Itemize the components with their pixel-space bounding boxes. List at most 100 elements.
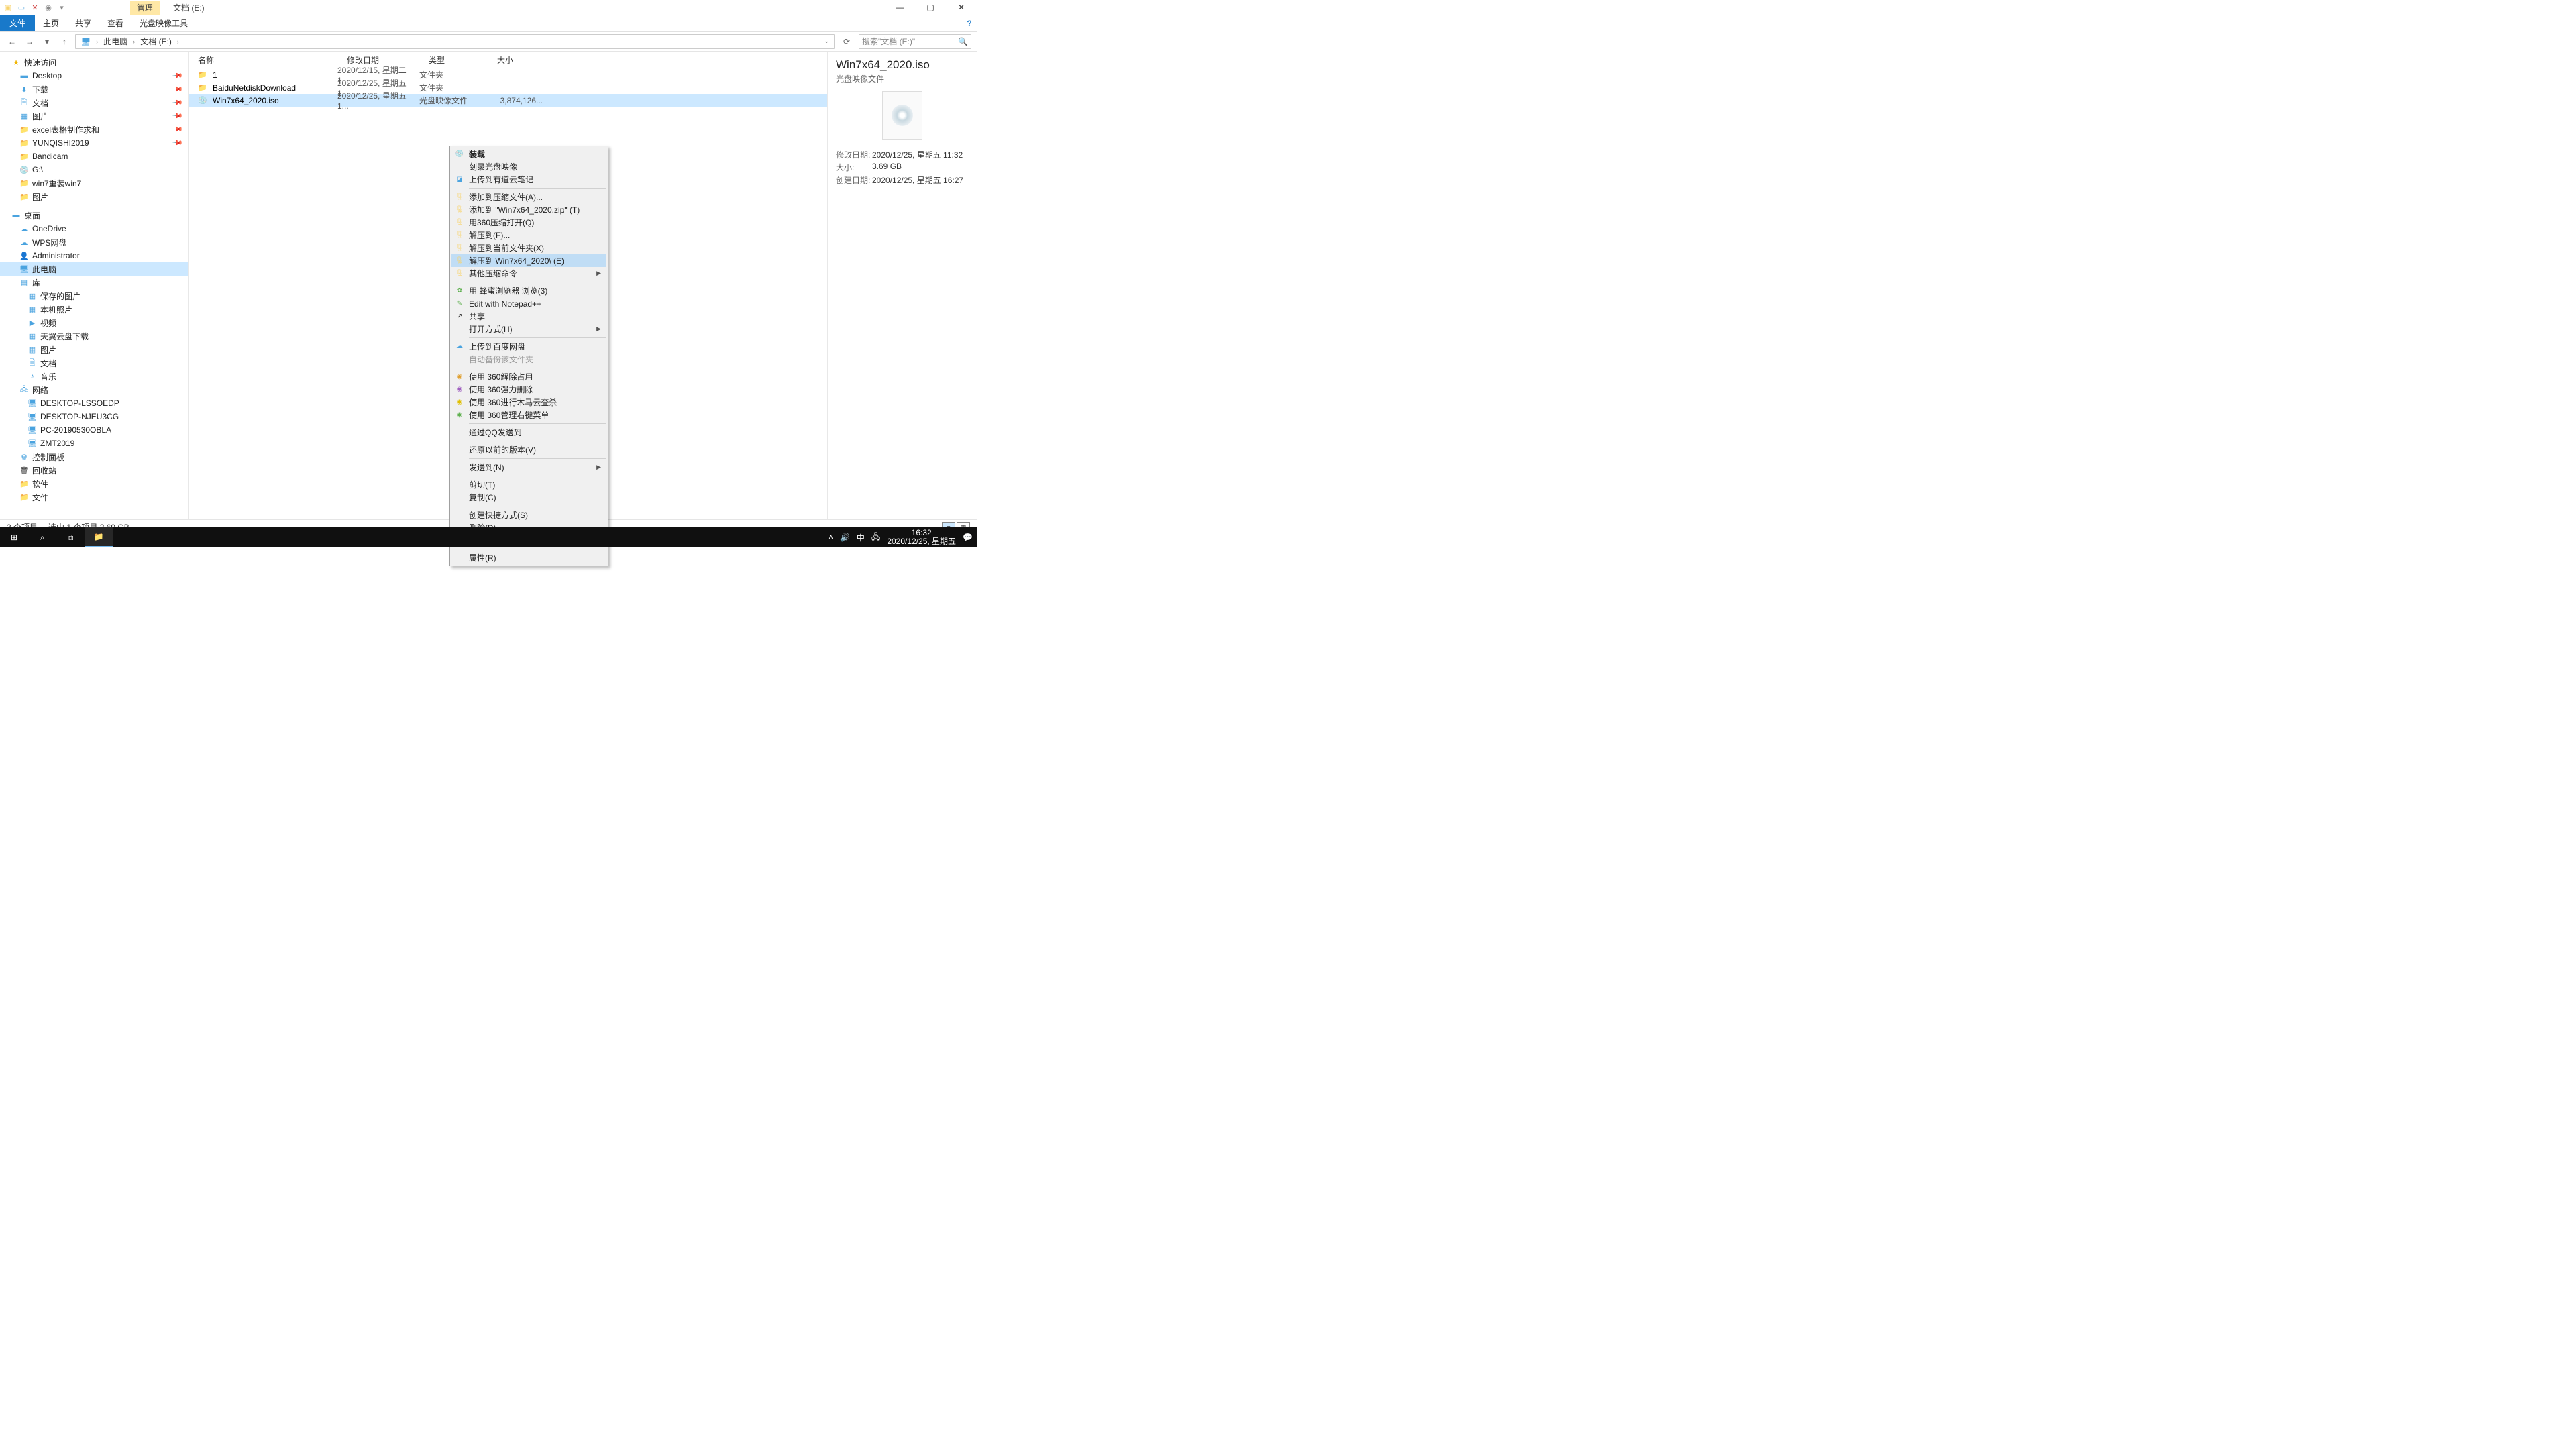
nav-recent[interactable]: ▾	[40, 35, 54, 48]
nav-d2[interactable]: DESKTOP-NJEU3CG	[40, 412, 119, 421]
refresh-button[interactable]: ⟳	[839, 35, 855, 48]
ribbon-file[interactable]: 文件	[0, 15, 35, 31]
taskview-button[interactable]: ⧉	[56, 527, 85, 547]
col-type[interactable]: 类型	[419, 54, 488, 66]
ctx-360-del[interactable]: ◉使用 360强力删除	[451, 383, 606, 396]
ime-indicator[interactable]: 中	[857, 532, 865, 543]
nav-desktop[interactable]: Desktop	[32, 71, 62, 80]
qat-pin-icon[interactable]: ▭	[16, 2, 27, 13]
file-row[interactable]: 📁 1 2020/12/15, 星期二 1... 文件夹	[189, 68, 827, 81]
explorer-taskbar-icon[interactable]: 📁	[85, 527, 113, 547]
ctx-addzip[interactable]: 🗜添加到压缩文件(A)...	[451, 191, 606, 203]
nav-pics[interactable]: 图片	[32, 111, 48, 122]
ctx-extractto[interactable]: 🗜解压到(F)...	[451, 229, 606, 241]
col-date[interactable]: 修改日期	[337, 54, 419, 66]
nav-admin[interactable]: Administrator	[32, 251, 80, 260]
ctx-copy[interactable]: 复制(C)	[451, 491, 606, 504]
col-name[interactable]: 名称	[189, 54, 337, 66]
nav-pics2[interactable]: 图片	[32, 191, 48, 203]
ctx-360-unlock[interactable]: ◉使用 360解除占用	[451, 370, 606, 383]
nav-up[interactable]: ↑	[58, 35, 71, 48]
nav-recycle[interactable]: 回收站	[32, 465, 56, 476]
column-headers[interactable]: 名称 修改日期 类型 大小	[189, 52, 827, 68]
ctx-bee[interactable]: ✿用 蜂蜜浏览器 浏览(3)	[451, 284, 606, 297]
nav-wps[interactable]: WPS网盘	[32, 237, 66, 248]
ctx-360-scan[interactable]: ◉使用 360进行木马云查杀	[451, 396, 606, 409]
volume-icon[interactable]: 🔊	[840, 533, 850, 542]
search-input[interactable]: 搜索"文档 (E:)" 🔍	[859, 34, 971, 49]
ribbon-home[interactable]: 主页	[35, 15, 67, 31]
file-list-pane[interactable]: 名称 修改日期 类型 大小 📁 1 2020/12/15, 星期二 1... 文…	[189, 52, 827, 519]
ctx-cut[interactable]: 剪切(T)	[451, 478, 606, 491]
nav-back[interactable]: ←	[5, 35, 19, 48]
nav-quick[interactable]: 快速访问	[24, 57, 56, 68]
nav-soft[interactable]: 软件	[32, 478, 48, 490]
crumb-dropdown-icon[interactable]: ⌄	[822, 38, 831, 45]
nav-g[interactable]: G:\	[32, 165, 43, 174]
ctx-extractname[interactable]: 🗜解压到 Win7x64_2020\ (E)	[451, 254, 606, 267]
nav-thispc[interactable]: 此电脑	[32, 264, 56, 275]
nav-docs[interactable]: 文档	[32, 97, 48, 109]
crumb-loc[interactable]: 文档 (E:)	[138, 36, 174, 47]
breadcrumb[interactable]: 🖥› 此电脑› 文档 (E:)› ⌄	[75, 34, 835, 49]
nav-forward[interactable]: →	[23, 35, 36, 48]
help-icon[interactable]: ?	[962, 15, 977, 31]
nav-lib[interactable]: 库	[32, 277, 40, 288]
ctx-npp[interactable]: ✎Edit with Notepad++	[451, 297, 606, 310]
nav-files[interactable]: 文件	[32, 492, 48, 503]
file-row[interactable]: 📁 BaiduNetdiskDownload 2020/12/25, 星期五 1…	[189, 81, 827, 94]
ribbon-view[interactable]: 查看	[99, 15, 131, 31]
ctx-shortcut[interactable]: 创建快捷方式(S)	[451, 508, 606, 521]
nav-bandicam[interactable]: Bandicam	[32, 152, 68, 161]
ctx-open360[interactable]: 🗜用360压缩打开(Q)	[451, 216, 606, 229]
ribbon-share[interactable]: 共享	[67, 15, 99, 31]
qat-dropdown-icon[interactable]: ▾	[56, 2, 67, 13]
nav-win7re[interactable]: win7重装win7	[32, 178, 81, 189]
taskbar-clock[interactable]: 16:322020/12/25, 星期五	[887, 529, 956, 546]
action-center-icon[interactable]: 💬	[963, 533, 973, 542]
maximize-button[interactable]: ▢	[915, 0, 946, 15]
ctx-restore[interactable]: 还原以前的版本(V)	[451, 443, 606, 456]
close-button[interactable]: ✕	[946, 0, 977, 15]
ctx-qq[interactable]: 通过QQ发送到	[451, 426, 606, 439]
system-tray[interactable]: ˄ 🔊 中 🖧 16:322020/12/25, 星期五 💬	[828, 529, 977, 546]
ctx-props[interactable]: 属性(R)	[451, 551, 606, 564]
nav-d4[interactable]: ZMT2019	[40, 439, 74, 448]
nav-net[interactable]: 网络	[32, 384, 48, 396]
nav-onedrive[interactable]: OneDrive	[32, 224, 66, 233]
ctx-addzipname[interactable]: 🗜添加到 "Win7x64_2020.zip" (T)	[451, 203, 606, 216]
ctx-youdao[interactable]: ◪上传到有道云笔记	[451, 173, 606, 186]
ctx-extractcur[interactable]: 🗜解压到当前文件夹(X)	[451, 241, 606, 254]
minimize-button[interactable]: —	[884, 0, 915, 15]
tray-chevron-icon[interactable]: ˄	[828, 533, 833, 542]
nav-excel[interactable]: excel表格制作求和	[32, 124, 99, 136]
file-row-selected[interactable]: 💿 Win7x64_2020.iso 2020/12/25, 星期五 1... …	[189, 94, 827, 107]
nav-video[interactable]: 视频	[40, 317, 56, 329]
col-size[interactable]: 大小	[488, 54, 548, 66]
ctx-openwith[interactable]: 打开方式(H)▶	[451, 323, 606, 335]
nav-desk-cn[interactable]: 桌面	[24, 210, 40, 221]
nav-tywp[interactable]: 天翼云盘下载	[40, 331, 89, 342]
nav-d1[interactable]: DESKTOP-LSSOEDP	[40, 398, 119, 408]
ctx-baidu[interactable]: ☁上传到百度网盘	[451, 340, 606, 353]
start-button[interactable]: ⊞	[0, 527, 28, 547]
ribbon-disc-tools[interactable]: 光盘映像工具	[131, 15, 196, 31]
ctx-burn[interactable]: 刻录光盘映像	[451, 160, 606, 173]
ctx-mount[interactable]: 💿装载	[451, 148, 606, 160]
nav-cp[interactable]: 控制面板	[32, 451, 64, 463]
nav-yq[interactable]: YUNQISHI2019	[32, 138, 89, 148]
nav-camera[interactable]: 本机照片	[40, 304, 72, 315]
nav-docs2[interactable]: 文档	[40, 358, 56, 369]
ctx-sendto[interactable]: 发送到(N)▶	[451, 461, 606, 474]
nav-music[interactable]: 音乐	[40, 371, 56, 382]
crumb-pc[interactable]: 此电脑	[101, 36, 129, 47]
nav-d3[interactable]: PC-20190530OBLA	[40, 425, 111, 435]
navigation-pane[interactable]: ★快速访问 ▬Desktop📌 ⬇下载📌 🗎文档📌 ▦图片📌 📁excel表格制…	[0, 52, 189, 519]
nav-pics3[interactable]: 图片	[40, 344, 56, 356]
qat-undo-icon[interactable]: ◉	[43, 2, 54, 13]
network-icon[interactable]: 🖧	[871, 531, 880, 545]
search-button[interactable]: ⌕	[28, 527, 56, 547]
ctx-share[interactable]: ↗共享	[451, 310, 606, 323]
qat-close-icon[interactable]: ✕	[30, 2, 40, 13]
ctx-360-menu[interactable]: ◉使用 360管理右键菜单	[451, 409, 606, 421]
